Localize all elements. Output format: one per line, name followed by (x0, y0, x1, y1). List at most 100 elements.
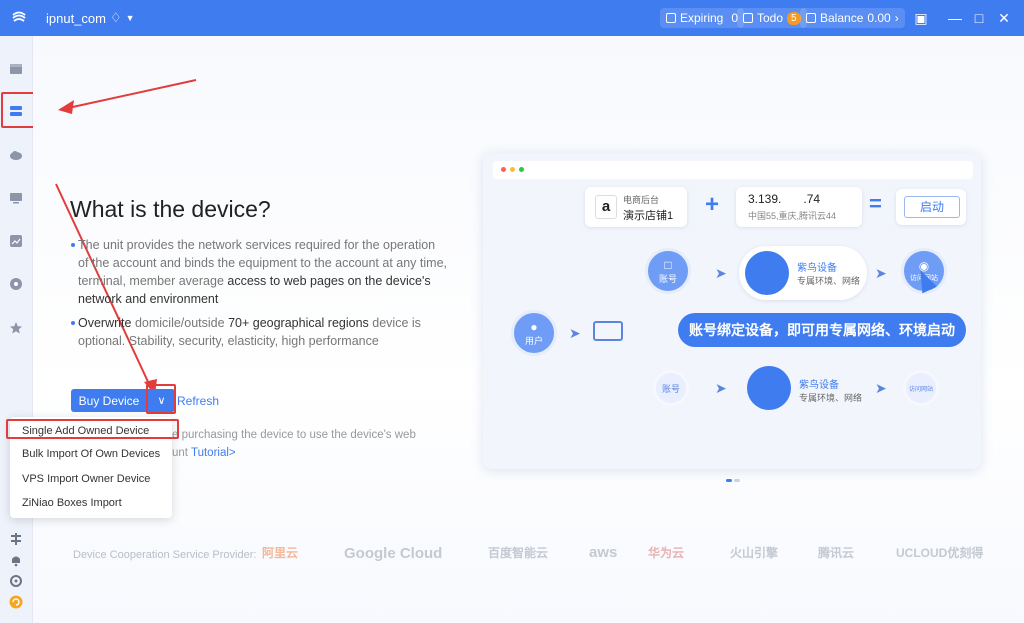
diamond-icon: ♢ (109, 10, 122, 25)
maximize-icon[interactable]: □ (969, 8, 989, 28)
launch-button: 启动 (904, 196, 960, 218)
hourglass-icon (666, 13, 676, 23)
account-label-bottom: 账号 (661, 383, 680, 394)
sync-icon[interactable] (9, 595, 23, 609)
window-dot-yellow (510, 167, 515, 172)
hint-line-2: unt Tutorial> (172, 444, 416, 462)
store-box: a 电商后台 演示店铺1 (585, 187, 687, 227)
amazon-icon: a (595, 195, 617, 219)
balance-button[interactable]: Balance 0.00 › (800, 8, 905, 28)
highlight-dropdown-toggle (146, 384, 176, 414)
ip-location: 中国55,重庆,腾讯云44 (748, 211, 837, 221)
arrow-right-icon: ➤ (715, 265, 727, 281)
window-bar (493, 161, 973, 179)
ziniao-device-icon (745, 251, 789, 295)
hint-line-2-text: unt (172, 447, 191, 459)
provider-volcano: 火山引擎 (730, 546, 779, 560)
chevron-down-icon: ▼ (125, 13, 135, 23)
balance-label: Balance (820, 11, 864, 25)
account-bubble-top: □ 账号 (645, 248, 691, 294)
device-title-bottom: 紫鸟设备 (799, 380, 839, 391)
page-title: What is the device? (70, 196, 271, 222)
device-box-bottom: 紫鸟设备 专属环境、网络 (741, 361, 865, 415)
briefcase-icon (743, 13, 753, 23)
bell-icon[interactable] (9, 553, 23, 567)
provider-huawei: 华为云 (648, 546, 685, 560)
window-dot-red (501, 167, 506, 172)
balance-value: 0.00 (867, 11, 891, 25)
ziniao-device-icon (747, 366, 791, 410)
store-line-1: 电商后台 (623, 195, 660, 205)
bullet2-emphasis-b: 70+ geographical regions (228, 316, 369, 330)
hint-text: e purchasing the device to use the devic… (172, 426, 416, 462)
expiring-button[interactable]: Expiring 0 (660, 8, 745, 28)
todo-button[interactable]: Todo 5 (737, 8, 807, 28)
laptop-icon (593, 321, 623, 341)
account-label-top: 账号 (658, 273, 677, 284)
account-bubble-bottom: 账号 (653, 370, 689, 406)
carousel-pager[interactable] (726, 479, 740, 483)
bullet2-emphasis-a: Overwrite (78, 316, 132, 330)
user-bubble: ● 用户 (511, 310, 557, 356)
binding-banner: 账号绑定设备，即可用专属网络、环境启动 (678, 313, 966, 347)
device-title-top: 紫鸟设备 (797, 263, 837, 274)
arrow-right-icon: ➤ (875, 380, 887, 396)
ip-box: 3.139. .74 中国55,重庆,腾讯云44 (736, 187, 862, 227)
menu-item-ziniao-boxes[interactable]: ZiNiao Boxes Import (22, 497, 122, 509)
account-switcher[interactable]: ipnut_com ♢ ▼ (46, 10, 135, 26)
store-icon[interactable] (9, 62, 23, 76)
tutorial-link[interactable]: Tutorial> (191, 447, 236, 459)
device-box-top: 紫鸟设备 专属环境、网络 (739, 246, 867, 300)
settings-icon[interactable] (9, 574, 23, 588)
arrow-right-icon: ➤ (569, 325, 581, 341)
arrow-right-icon: ➤ (875, 265, 887, 281)
refresh-link[interactable]: Refresh (177, 394, 219, 408)
store-line-2: 演示店铺1 (623, 210, 674, 222)
close-icon[interactable]: ✕ (994, 8, 1014, 28)
bullet2-text-a: domicile/outside (131, 316, 229, 330)
user-icon: ● (530, 319, 538, 334)
equals-icon: = (869, 191, 882, 216)
hint-line-1: e purchasing the device to use the devic… (172, 429, 416, 441)
account-name: ipnut_com (46, 10, 106, 26)
device-sub-top: 专属环境、网络 (797, 276, 861, 286)
arrow-right-icon: ➤ (715, 380, 727, 396)
todo-count-badge: 5 (787, 11, 801, 25)
buy-device-label: Buy Device (78, 393, 140, 408)
providers-label: Device Cooperation Service Provider: (73, 549, 257, 561)
todo-label: Todo (757, 11, 784, 25)
provider-baidu: 百度智能云 (488, 546, 549, 560)
compass-icon[interactable] (9, 277, 23, 291)
provider-aws: aws (589, 544, 618, 561)
account-icon: □ (664, 257, 672, 272)
star-icon[interactable] (9, 321, 23, 335)
chevron-right-icon: › (894, 11, 899, 25)
user-label: 用户 (524, 335, 543, 346)
screenshot-icon[interactable]: ▣ (911, 8, 931, 28)
description-bullet-2: Overwrite domicile/outside 70+ geographi… (71, 314, 448, 350)
plus-icon: + (705, 191, 720, 218)
description-bullet-1: The unit provides the network services r… (71, 236, 448, 308)
monitor-icon[interactable] (9, 191, 23, 205)
highlight-single-add (6, 419, 179, 439)
menu-item-bulk-import[interactable]: Bulk Import Of Own Devices (22, 448, 160, 460)
expiring-label: Expiring (680, 11, 724, 25)
device-sub-bottom: 专属环境、网络 (799, 393, 863, 403)
image-icon[interactable] (9, 234, 23, 248)
provider-tencent: 腾讯云 (818, 546, 855, 560)
wallet-icon (806, 13, 816, 23)
provider-ucloud: UCLOUD优刻得 (896, 546, 984, 560)
app-logo-icon (12, 11, 26, 22)
tool-icon[interactable] (9, 532, 23, 546)
cloud-icon[interactable] (9, 148, 23, 162)
visit-label-bottom: 访问网站 (908, 386, 933, 393)
title-bar: ipnut_com ♢ ▼ Expiring 0 Todo 5 Balance … (0, 0, 1024, 36)
launch-box: 启动 (896, 189, 966, 225)
provider-google-cloud: Google Cloud (344, 545, 443, 562)
menu-item-vps-import[interactable]: VPS Import Owner Device (22, 473, 150, 485)
highlight-device-nav (1, 92, 35, 128)
provider-aliyun: 阿里云 (262, 546, 299, 560)
ip-address: 3.139. .74 (748, 192, 821, 206)
device-diagram-card: a 电商后台 演示店铺1 + 3.139. .74 中国55,重庆,腾讯云44 … (483, 153, 981, 469)
minimize-icon[interactable]: — (945, 8, 965, 28)
